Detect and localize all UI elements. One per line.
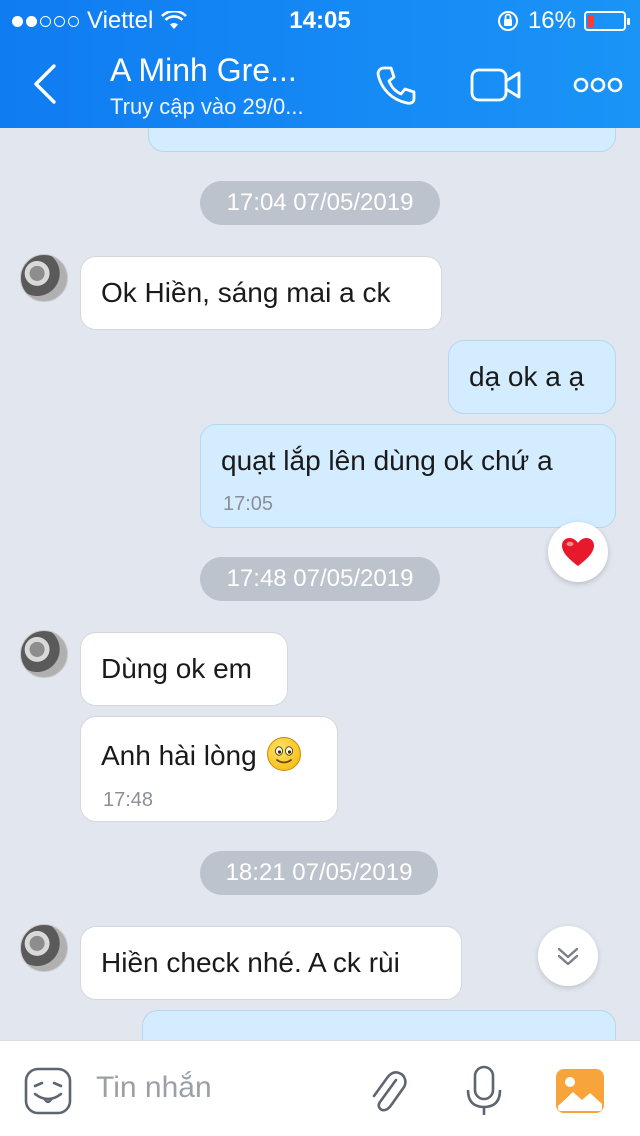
- more-options-button[interactable]: [568, 60, 628, 110]
- message-text: Anh hài lòng: [101, 740, 257, 771]
- microphone-icon: [466, 1065, 502, 1115]
- outgoing-message[interactable]: dạ ok a ạ: [448, 340, 616, 414]
- status-bar: Viettel 14:05 16%: [0, 0, 640, 40]
- message-text: Hiền check nhé. A ck rùi: [101, 947, 400, 978]
- message-bubble-partial[interactable]: [148, 128, 616, 152]
- voice-record-button[interactable]: [456, 1063, 512, 1119]
- scroll-to-bottom-button[interactable]: [538, 926, 598, 986]
- message-time: 17:05: [223, 493, 274, 515]
- message-bubble-partial[interactable]: [142, 1010, 616, 1040]
- outgoing-message[interactable]: quạt lắp lên dùng ok chứ a 17:05: [200, 424, 616, 528]
- date-separator: 17:04 07/05/2019: [200, 181, 440, 225]
- incoming-message[interactable]: Dùng ok em: [80, 632, 288, 706]
- date-separator: 17:48 07/05/2019: [200, 557, 440, 601]
- message-text: quạt lắp lên dùng ok chứ a: [221, 445, 553, 476]
- message-input[interactable]: Tin nhắn: [96, 1071, 212, 1105]
- battery-icon: [584, 11, 630, 31]
- sticker-button[interactable]: [20, 1063, 76, 1119]
- paperclip-icon: [372, 1071, 407, 1112]
- chat-message-list[interactable]: 17:04 07/05/2019 Ok Hiền, sáng mai a ck …: [0, 128, 640, 1040]
- message-text: dạ ok a ạ: [469, 361, 585, 392]
- contact-avatar[interactable]: [20, 924, 68, 972]
- back-button[interactable]: [28, 62, 68, 106]
- contact-avatar[interactable]: [20, 630, 68, 678]
- message-time: 17:48: [103, 789, 154, 811]
- call-button[interactable]: [366, 60, 426, 110]
- video-camera-icon: [470, 68, 521, 102]
- contact-name[interactable]: A Minh Gre...: [110, 52, 297, 89]
- incoming-message[interactable]: Hiền check nhé. A ck rùi: [80, 926, 462, 1000]
- sticker-face-icon: [24, 1067, 72, 1115]
- heart-reaction[interactable]: [548, 522, 608, 582]
- contact-avatar[interactable]: [20, 254, 68, 302]
- incoming-message[interactable]: Anh hài lòng 17:48: [80, 716, 338, 822]
- chat-header: Viettel 14:05 16% A Minh Gre... Truy cập…: [0, 0, 640, 128]
- more-dots-icon: [573, 77, 623, 93]
- image-gallery-icon: [556, 1069, 604, 1113]
- date-separator: 18:21 07/05/2019: [200, 851, 438, 895]
- message-text: Ok Hiền, sáng mai a ck: [101, 277, 391, 308]
- video-call-button[interactable]: [466, 60, 526, 110]
- phone-icon: [376, 66, 416, 105]
- message-text: Dùng ok em: [101, 653, 252, 684]
- attach-button[interactable]: [360, 1063, 416, 1119]
- send-photo-button[interactable]: [552, 1063, 608, 1119]
- double-chevron-down-icon: [557, 947, 579, 966]
- rotation-lock-icon: [497, 11, 518, 31]
- battery-percent: 16%: [527, 7, 576, 34]
- message-input-bar: Tin nhắn: [0, 1040, 640, 1136]
- smiling-face-emoji-icon: [266, 737, 301, 771]
- heart-icon: [562, 538, 594, 566]
- chevron-left-icon: [34, 64, 56, 104]
- incoming-message[interactable]: Ok Hiền, sáng mai a ck: [80, 256, 442, 330]
- last-seen-status: Truy cập vào 29/0...: [110, 94, 304, 119]
